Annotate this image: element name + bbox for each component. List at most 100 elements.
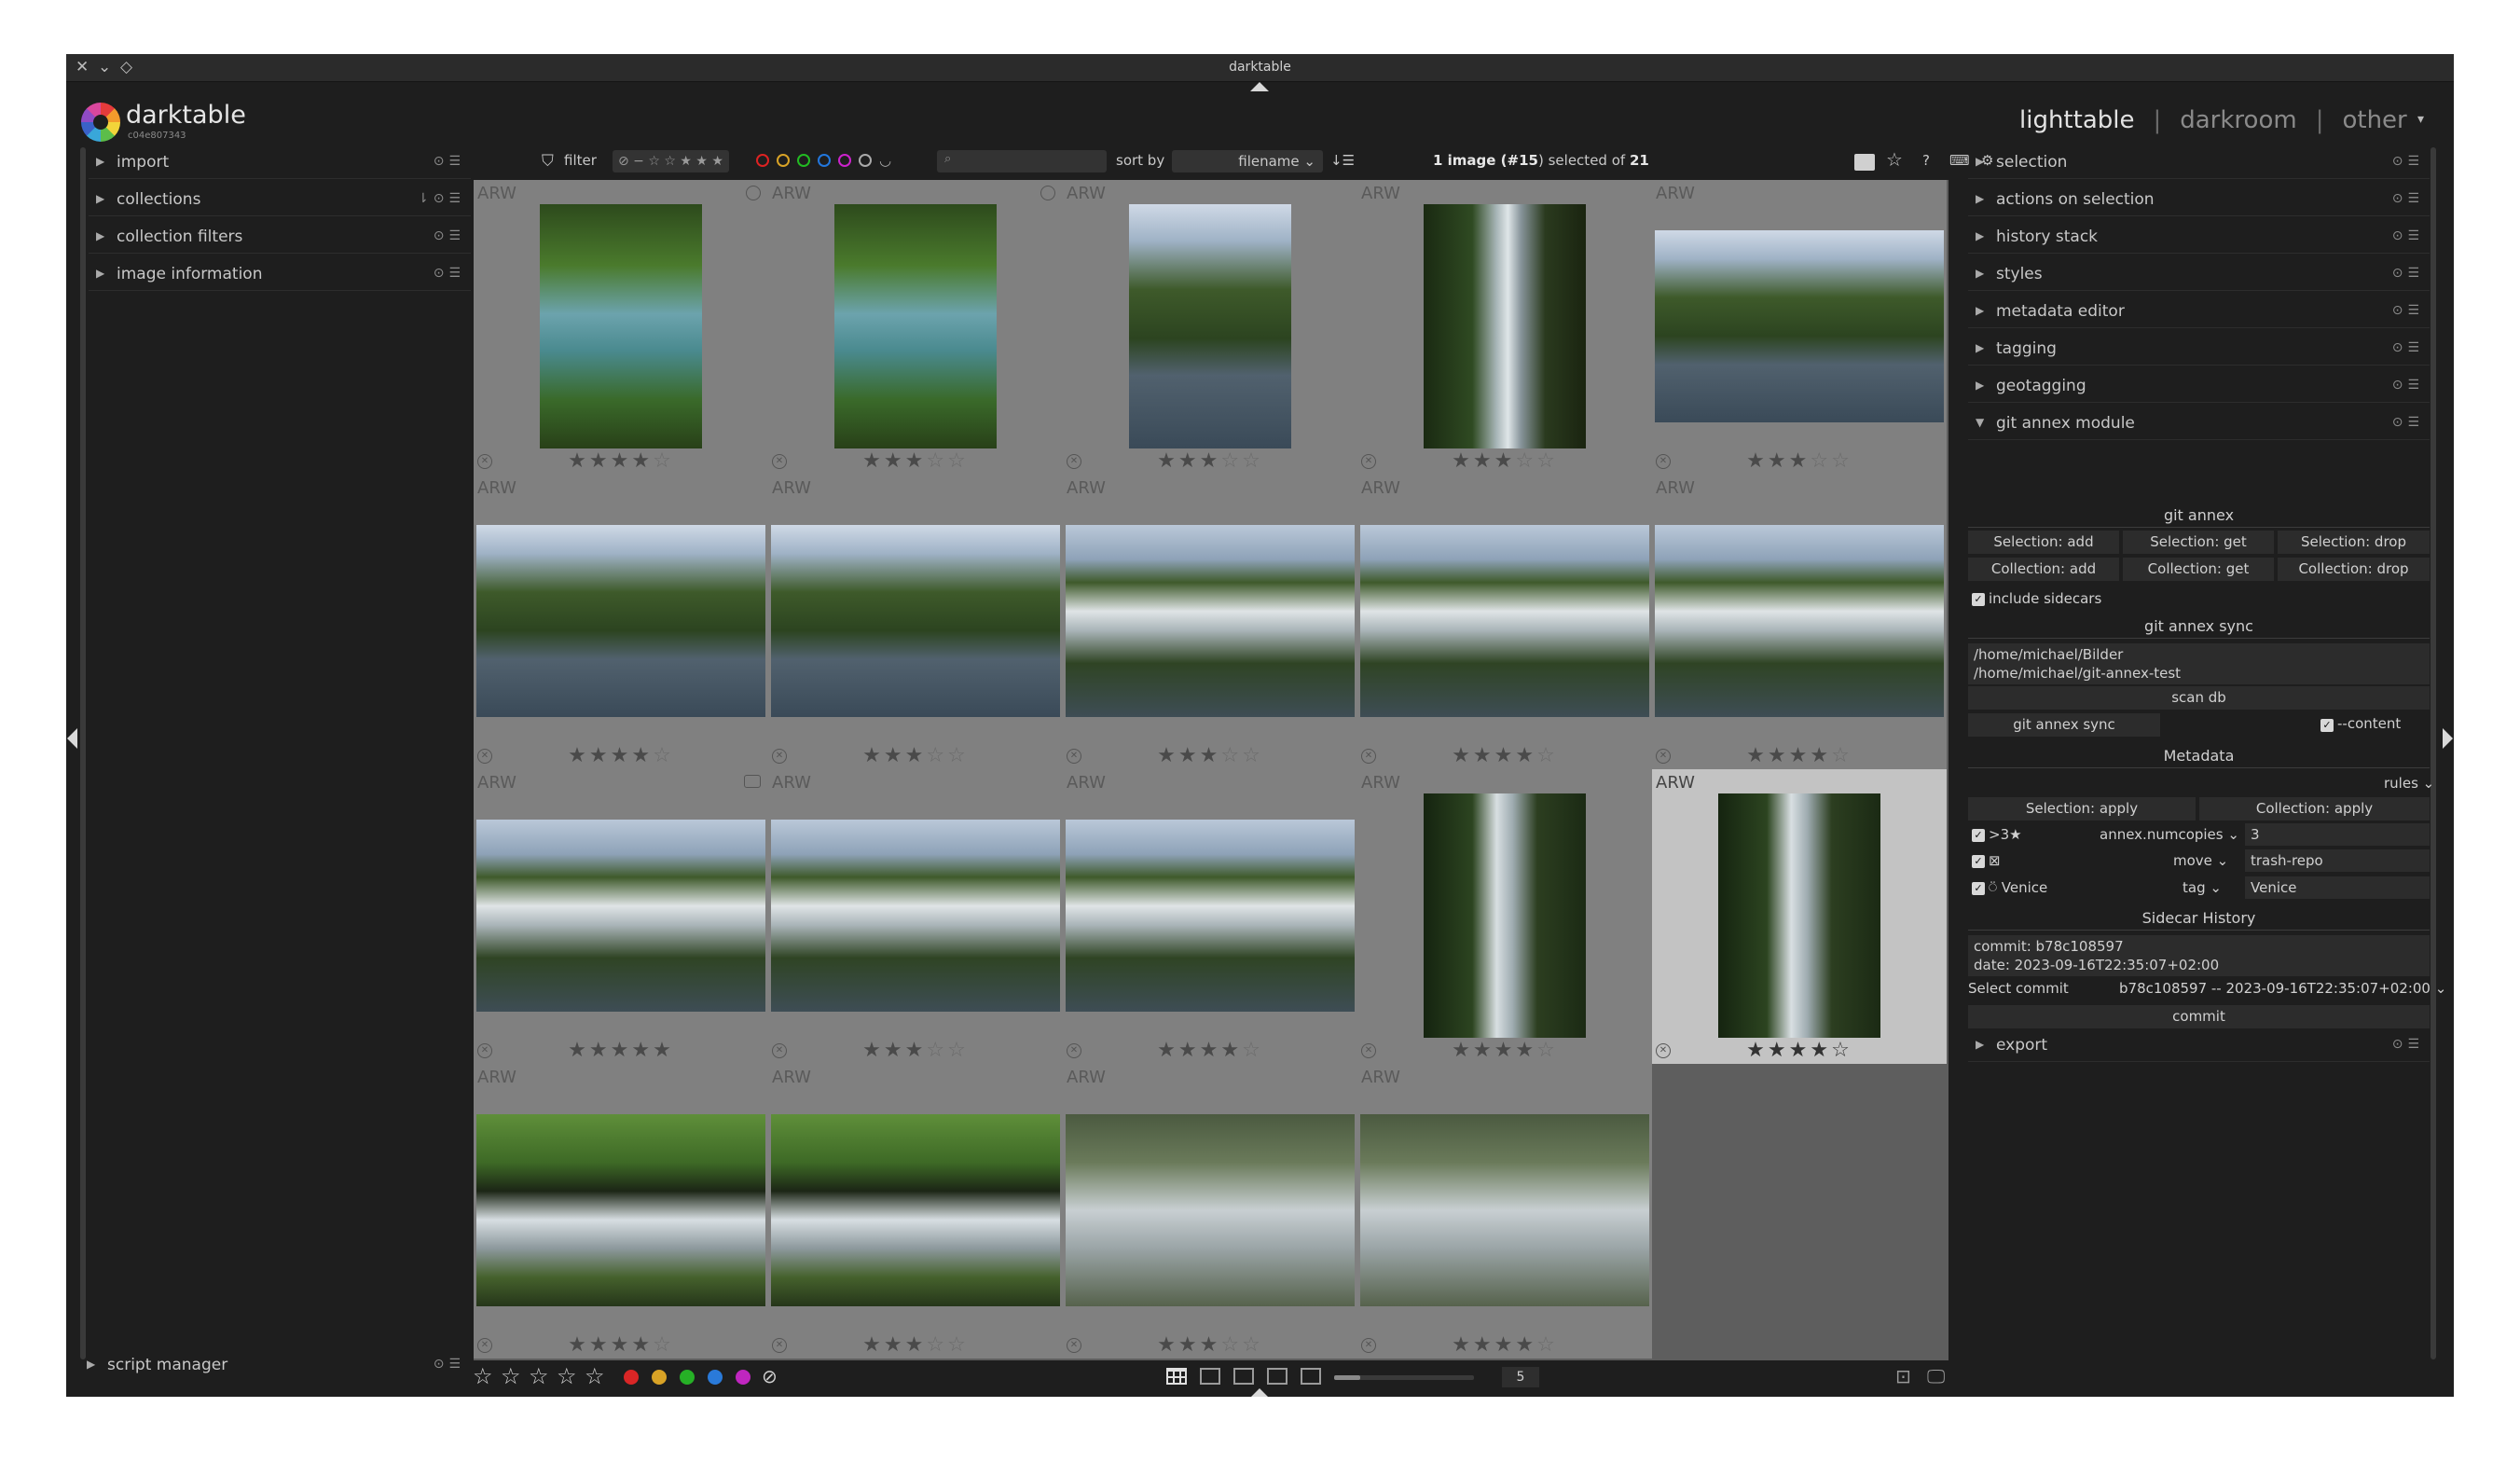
selection-apply-button[interactable]: Selection: apply xyxy=(1968,797,2196,821)
star-icon[interactable]: ★ xyxy=(884,1333,905,1357)
thumbnail[interactable]: ARW ✕ ★★★☆☆ xyxy=(768,180,1063,475)
zoom-slider[interactable] xyxy=(1334,1375,1474,1380)
star-icon[interactable]: ★ xyxy=(1157,449,1178,473)
star-rating[interactable]: ★★★★☆ xyxy=(1652,1039,1947,1062)
module-image-information[interactable]: ▶ image information ⊙☰ xyxy=(89,259,471,291)
rule-action-select[interactable]: tag ⌄ xyxy=(2183,879,2222,896)
star-rating[interactable]: ★★★★☆ xyxy=(1357,744,1652,767)
content-checkbox[interactable]: ✓ xyxy=(2320,719,2334,732)
module-reset-presets-icon[interactable]: ⊙☰ xyxy=(2392,378,2424,393)
star-icon[interactable]: ★ xyxy=(905,1333,927,1357)
star-rating[interactable]: ★★★☆☆ xyxy=(768,1333,1063,1357)
module-tagging[interactable]: ▶ tagging ⊙☰ xyxy=(1968,334,2430,366)
star-icon[interactable]: ★ xyxy=(1746,449,1768,473)
star-overlay-icon[interactable]: ☆ xyxy=(1886,148,1903,171)
star-rating[interactable]: ★★★☆☆ xyxy=(1063,744,1357,767)
module-collections[interactable]: ▶ collections ⇂⊙☰ xyxy=(89,185,471,216)
focus-peaking-icon[interactable]: ⊡ xyxy=(1895,1365,1911,1387)
star-icon[interactable]: ★ xyxy=(884,744,905,767)
color-filter-green-icon[interactable] xyxy=(797,154,810,167)
star-icon[interactable]: ★ xyxy=(1200,1039,1221,1062)
thumbnail[interactable]: ARW ✕ ★★★★★ xyxy=(474,769,768,1064)
collection-drop-button[interactable]: Collection: drop xyxy=(2278,558,2430,581)
star-icon[interactable]: ★ xyxy=(1473,1333,1494,1357)
rule-value-input[interactable]: Venice xyxy=(2245,876,2430,899)
star-icon[interactable]: ★ xyxy=(631,1039,653,1062)
thumbnail[interactable]: ARW ✕ ★★★☆☆ xyxy=(768,769,1063,1064)
star-rating[interactable]: ★★★☆☆ xyxy=(768,1039,1063,1062)
star-icon[interactable]: ☆ xyxy=(1831,744,1852,767)
star-icon[interactable]: ★ xyxy=(1494,744,1516,767)
star-icon[interactable]: ★ xyxy=(1452,1039,1473,1062)
module-reset-presets-icon[interactable]: ⊙☰ xyxy=(2392,303,2424,318)
view-dropdown-icon[interactable]: ▾ xyxy=(2417,112,2424,127)
star-icon[interactable]: ★ xyxy=(1810,744,1831,767)
color-label-blue-icon[interactable] xyxy=(708,1370,723,1385)
star-icon[interactable]: ★ xyxy=(653,1039,674,1062)
star-rating[interactable]: ★★★☆☆ xyxy=(768,449,1063,473)
color-filter-blue-icon[interactable] xyxy=(818,154,831,167)
rules-dropdown[interactable]: rules ⌄ xyxy=(2384,775,2434,792)
star-icon[interactable]: ☆ xyxy=(1242,1039,1263,1062)
star-rating[interactable]: ★★★★☆ xyxy=(1357,1039,1652,1062)
thumbnail[interactable]: ARW ✕ ★★★☆☆ xyxy=(1063,475,1357,769)
star-icon[interactable]: ★ xyxy=(1473,744,1494,767)
star-icon[interactable]: ☆ xyxy=(947,1333,969,1357)
thumbnail[interactable]: ARW ✕ ★★★☆☆ xyxy=(1063,1064,1357,1359)
commit-button[interactable]: commit xyxy=(1968,1005,2430,1028)
star-icon[interactable]: ☆ xyxy=(947,449,969,473)
module-reset-presets-icon[interactable]: ⊙☰ xyxy=(2392,340,2424,355)
color-filter-red-icon[interactable] xyxy=(756,154,769,167)
thumbnail[interactable]: ARW ✕ ★★★☆☆ xyxy=(768,1064,1063,1359)
star-icon[interactable]: ★ xyxy=(1157,744,1178,767)
module-geotagging[interactable]: ▶ geotagging ⊙☰ xyxy=(1968,371,2430,403)
star-icon[interactable]: ★ xyxy=(568,1333,589,1357)
selection-get-button[interactable]: Selection: get xyxy=(2123,531,2274,554)
star-icon[interactable]: ★ xyxy=(568,1039,589,1062)
search-input[interactable]: ⌕ xyxy=(937,150,1107,172)
color-filter-purple-icon[interactable] xyxy=(838,154,851,167)
star-icon[interactable]: ★ xyxy=(631,1333,653,1357)
star-icon[interactable]: ★ xyxy=(1452,744,1473,767)
rate-2-star-icon[interactable]: ☆ xyxy=(501,1363,521,1389)
module-collection-filters[interactable]: ▶ collection filters ⊙☰ xyxy=(89,222,471,254)
rule-action-select[interactable]: move ⌄ xyxy=(2173,852,2228,869)
sync-paths-list[interactable]: /home/michael/Bilder /home/michael/git-a… xyxy=(1968,643,2430,684)
module-import[interactable]: ▶ import ⊙☰ xyxy=(89,147,471,179)
color-label-purple-icon[interactable] xyxy=(736,1370,750,1385)
thumbnail[interactable]: ARW ✕ ★★★★☆ xyxy=(1357,475,1652,769)
sort-select[interactable]: filename ⌄ xyxy=(1172,150,1323,172)
module-actions-on-selection[interactable]: ▶ actions on selection ⊙☰ xyxy=(1968,185,2430,216)
star-icon[interactable]: ★ xyxy=(1515,1333,1536,1357)
star-icon[interactable]: ☆ xyxy=(947,744,969,767)
star-icon[interactable]: ☆ xyxy=(926,1039,947,1062)
star-icon[interactable]: ★ xyxy=(1220,1039,1242,1062)
color-label-green-icon[interactable] xyxy=(680,1370,695,1385)
star-icon[interactable]: ☆ xyxy=(1536,1039,1558,1062)
star-icon[interactable]: ★ xyxy=(631,449,653,473)
rule-value-input[interactable]: 3 xyxy=(2245,823,2430,846)
thumbnail[interactable]: ARW ✕ ★★★★☆ xyxy=(1652,769,1947,1064)
rule-action-select[interactable]: annex.numcopies ⌄ xyxy=(2100,826,2239,843)
star-icon[interactable]: ☆ xyxy=(1242,449,1263,473)
star-icon[interactable]: ★ xyxy=(1494,1039,1516,1062)
star-icon[interactable]: ★ xyxy=(1494,1333,1516,1357)
module-reset-presets-icon[interactable]: ⊙☰ xyxy=(2392,1037,2424,1052)
module-reset-presets-icon[interactable]: ⊙☰ xyxy=(2392,415,2424,430)
selection-add-button[interactable]: Selection: add xyxy=(1968,531,2119,554)
color-filter-clear-icon[interactable] xyxy=(859,154,872,167)
star-rating[interactable]: ★★★★★ xyxy=(474,1039,768,1062)
include-sidecars-checkbox[interactable]: ✓ xyxy=(1972,593,1985,606)
star-icon[interactable]: ☆ xyxy=(1220,449,1242,473)
collection-apply-button[interactable]: Collection: apply xyxy=(2199,797,2430,821)
filter-icon[interactable]: ⛉ xyxy=(542,152,554,171)
star-icon[interactable]: ★ xyxy=(1178,744,1200,767)
star-icon[interactable]: ☆ xyxy=(1242,744,1263,767)
star-icon[interactable]: ★ xyxy=(611,1039,632,1062)
thumbnail[interactable]: ARW ✕ ★★★★☆ xyxy=(1357,1064,1652,1359)
module-export[interactable]: ▶ export ⊙☰ xyxy=(1968,1030,2430,1062)
module-reset-presets-icon[interactable]: ⊙☰ xyxy=(434,154,465,169)
star-rating[interactable]: ★★★★☆ xyxy=(1652,744,1947,767)
rule-enabled-checkbox[interactable]: ✓ xyxy=(1972,855,1985,868)
display-profile-icon[interactable]: 🖵 xyxy=(1927,1365,1945,1387)
